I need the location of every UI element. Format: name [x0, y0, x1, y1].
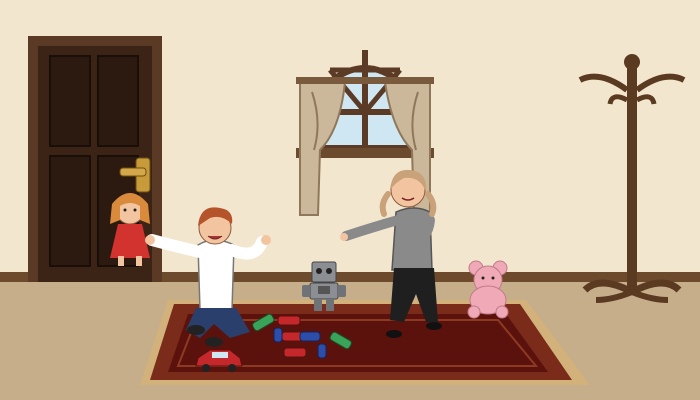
- scene-canvas: [0, 0, 700, 400]
- room-scene: [0, 0, 700, 400]
